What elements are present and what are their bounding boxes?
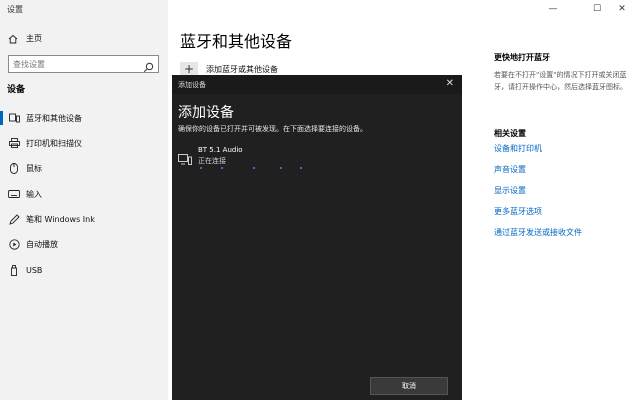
close-window-button[interactable]: ✕ [616, 4, 628, 14]
category-heading: 设备 [7, 85, 26, 95]
autoplay-icon [8, 238, 20, 250]
plus-icon: + [180, 62, 198, 76]
search-icon[interactable] [143, 58, 154, 77]
sidebar-item-pen[interactable]: 笔和 Windows Ink [0, 208, 168, 230]
home-icon [8, 34, 20, 44]
settings-sidebar: 设置 主页 设备 蓝牙和其他设备 打印机和扫描仪 鼠标 输入 [0, 0, 168, 400]
sidebar-item-typing[interactable]: 输入 [0, 183, 168, 205]
sidebar-item-label: USB [26, 265, 43, 275]
sidebar-item-label: 蓝牙和其他设备 [26, 113, 82, 123]
page-title: 蓝牙和其他设备 [180, 32, 293, 51]
maximize-button[interactable]: ☐ [591, 4, 603, 14]
link-display-settings[interactable]: 显示设置 [494, 185, 526, 196]
dialog-heading: 添加设备 [178, 105, 234, 121]
connecting-progress [200, 167, 310, 171]
home-label: 主页 [26, 34, 42, 43]
search-box[interactable] [8, 55, 159, 73]
add-device-dialog: 添加设备 ✕ 添加设备 确保你的设备已打开并可被发现。在下面选择要连接的设备。 … [172, 75, 462, 400]
side-panel: 更快地打开蓝牙 若要在不打开"设置"的情况下打开或关闭蓝牙，请打开操作中心，然后… [494, 52, 634, 237]
link-devices-printers[interactable]: 设备和打印机 [494, 143, 542, 154]
search-input[interactable] [9, 56, 139, 72]
side-description: 若要在不打开"设置"的情况下打开或关闭蓝牙，请打开操作中心，然后选择蓝牙图标。 [494, 71, 627, 91]
sidebar-item-autoplay[interactable]: 自动播放 [0, 233, 168, 255]
sidebar-item-usb[interactable]: USB [0, 259, 168, 281]
speaker-display-icon [178, 150, 192, 169]
dialog-window-title: 添加设备 [178, 81, 206, 89]
sidebar-item-label: 输入 [26, 189, 42, 199]
progress-dot [280, 167, 282, 169]
window-title: 设置 [7, 5, 23, 14]
side-heading: 更快地打开蓝牙 [494, 53, 550, 62]
link-more-bluetooth-options[interactable]: 更多蓝牙选项 [494, 206, 542, 217]
sidebar-item-mouse[interactable]: 鼠标 [0, 157, 168, 179]
progress-dot [200, 167, 202, 169]
sidebar-item-printers[interactable]: 打印机和扫描仪 [0, 132, 168, 154]
keyboard-icon [8, 190, 20, 198]
sidebar-item-label: 打印机和扫描仪 [26, 138, 82, 148]
cancel-button[interactable]: 取消 [370, 377, 448, 395]
pen-icon [8, 213, 20, 225]
printer-icon [8, 138, 20, 148]
related-settings-heading: 相关设置 [494, 129, 526, 138]
usb-icon [8, 264, 20, 276]
sidebar-item-label: 笔和 Windows Ink [26, 214, 95, 224]
progress-dot [253, 167, 255, 169]
dialog-description: 确保你的设备已打开并可被发现。在下面选择要连接的设备。 [178, 125, 367, 133]
progress-dot [221, 167, 223, 169]
bluetooth-devices-icon [8, 113, 20, 123]
mouse-icon [8, 162, 20, 174]
home-nav-item[interactable]: 主页 [8, 33, 42, 44]
dialog-close-button[interactable]: ✕ [446, 78, 454, 89]
link-send-receive-files[interactable]: 通过蓝牙发送或接收文件 [494, 227, 582, 238]
device-list-item[interactable]: BT 5.1 Audio 正在连接 [178, 146, 243, 169]
add-device-label: 添加蓝牙或其他设备 [206, 64, 278, 74]
link-sound-settings[interactable]: 声音设置 [494, 164, 526, 175]
sidebar-item-label: 自动播放 [26, 239, 58, 249]
device-status: 正在连接 [198, 157, 226, 165]
add-device-button[interactable]: + 添加蓝牙或其他设备 [180, 62, 278, 76]
progress-dot [300, 167, 302, 169]
minimize-button[interactable]: — [547, 4, 559, 14]
sidebar-item-label: 鼠标 [26, 163, 42, 173]
device-name: BT 5.1 Audio [198, 146, 243, 154]
sidebar-item-bluetooth[interactable]: 蓝牙和其他设备 [0, 107, 168, 129]
dialog-titlebar: 添加设备 ✕ [172, 75, 462, 94]
